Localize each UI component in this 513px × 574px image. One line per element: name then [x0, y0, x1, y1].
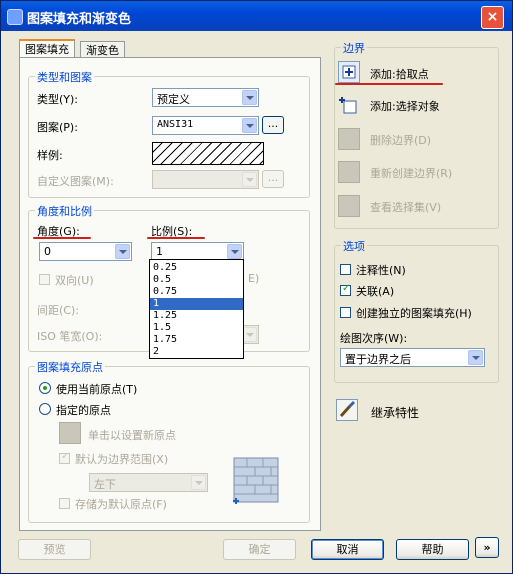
separate-hatches-checkbox[interactable] — [340, 307, 351, 318]
paperspace-label: E) — [248, 272, 260, 285]
select-objects-label[interactable]: 添加:选择对象 — [370, 98, 440, 114]
associative-checkbox[interactable]: ✓ — [340, 283, 351, 296]
annotative-checkbox[interactable] — [340, 264, 351, 275]
angle-value: 0 — [44, 245, 51, 258]
recreate-boundary-label[interactable]: 重新创建边界(R) — [370, 165, 452, 181]
title-bar[interactable]: 图案填充和渐变色 × — [1, 1, 512, 31]
checkmark-icon: ✓ — [61, 451, 70, 462]
click-set-origin-icon[interactable] — [59, 422, 81, 444]
scale-dropdown-list[interactable]: 0.25 0.5 0.75 1 1.25 1.5 1.75 2 — [149, 259, 244, 359]
sample-swatch[interactable] — [152, 142, 264, 165]
chevron-down-icon — [115, 244, 130, 259]
boundary-title: 边界 — [341, 40, 367, 56]
iso-penwidth-label: ISO 笔宽(O): — [37, 330, 103, 343]
use-current-origin-label: 使用当前原点(T) — [56, 383, 138, 396]
remove-boundary-icon[interactable] — [338, 128, 360, 150]
radio-dot — [43, 386, 47, 390]
click-set-origin-label: 单击以设置新原点 — [88, 429, 176, 442]
store-default-checkbox[interactable] — [59, 498, 70, 509]
chevron-down-icon — [468, 350, 483, 365]
scale-option[interactable]: 2 — [150, 346, 243, 358]
scale-option[interactable]: 1.25 — [150, 310, 243, 322]
type-combo[interactable]: 预定义 — [152, 88, 259, 107]
annotative-label: 注释性(N) — [356, 264, 406, 277]
view-selections-label[interactable]: 查看选择集(V) — [370, 199, 441, 215]
chevron-down-icon — [242, 327, 257, 342]
scale-option[interactable]: 0.75 — [150, 286, 243, 298]
remove-boundary-label[interactable]: 删除边界(D) — [370, 132, 431, 148]
view-selections-icon[interactable] — [338, 195, 360, 217]
pattern-label: 图案(P): — [37, 121, 78, 134]
scale-value: 1 — [156, 245, 163, 258]
type-pattern-group: 类型和图案 类型(Y): 预定义 图案(P): ANSI31 ... 样例: 自… — [28, 69, 310, 198]
angle-scale-title: 角度和比例 — [35, 203, 94, 219]
chevron-down-icon — [242, 90, 257, 105]
cancel-button[interactable]: 取消 — [311, 539, 384, 560]
preview-button[interactable]: 预览 — [18, 539, 91, 560]
annotation-underline — [147, 237, 205, 239]
brick-origin-preview-icon — [233, 457, 279, 504]
specified-origin-radio[interactable] — [39, 403, 51, 415]
origin-title: 图案填充原点 — [35, 359, 105, 375]
custom-pattern-combo[interactable] — [152, 170, 259, 189]
use-current-origin-radio[interactable] — [39, 382, 51, 394]
chevron-down-icon — [227, 244, 242, 259]
brush-icon — [339, 400, 356, 418]
pick-point-icon[interactable] — [338, 61, 360, 83]
default-extents-checkbox[interactable]: ✓ — [59, 451, 70, 464]
ok-button[interactable]: 确定 — [223, 539, 296, 560]
scale-option-selected[interactable]: 1 — [150, 298, 243, 310]
type-label: 类型(Y): — [37, 93, 79, 106]
options-group: 选项 注释性(N) ✓ 关联(A) 创建独立的图案填充(H) 绘图次序(W): … — [334, 238, 499, 383]
inherit-properties-label[interactable]: 继承特性 — [371, 404, 419, 421]
more-options-button[interactable]: » — [475, 537, 499, 558]
select-objects-icon[interactable] — [338, 95, 360, 117]
store-default-label: 存储为默认原点(F) — [75, 498, 167, 511]
annotation-underline — [335, 83, 443, 85]
scale-option[interactable]: 0.5 — [150, 274, 243, 286]
origin-group: 图案填充原点 使用当前原点(T) 指定的原点 单击以设置新原点 ✓ 默认为边界范… — [28, 359, 310, 523]
sample-label: 样例: — [37, 149, 63, 162]
scale-option[interactable]: 1.5 — [150, 322, 243, 334]
scale-option[interactable]: 1.75 — [150, 334, 243, 346]
origin-position-value: 左下 — [94, 478, 116, 491]
inherit-properties-icon[interactable] — [336, 399, 358, 421]
app-icon — [7, 9, 23, 25]
double-checkbox[interactable] — [39, 274, 50, 285]
spacing-label: 间距(C): — [37, 304, 79, 317]
origin-position-combo[interactable]: 左下 — [89, 473, 208, 492]
options-title: 选项 — [341, 238, 367, 254]
help-button[interactable]: 帮助 — [396, 539, 469, 560]
associative-label: 关联(A) — [356, 285, 395, 298]
recreate-boundary-icon[interactable] — [338, 161, 360, 183]
default-extents-label: 默认为边界范围(X) — [75, 453, 169, 466]
hatch-dialog: 图案填充和渐变色 × 图案填充 渐变色 类型和图案 类型(Y): 预定义 图案(… — [0, 0, 513, 574]
pattern-value: ANSI31 — [157, 119, 194, 130]
chevron-down-icon — [242, 118, 257, 133]
draw-order-value: 置于边界之后 — [345, 353, 411, 366]
chevron-down-icon — [191, 475, 206, 490]
draw-order-combo[interactable]: 置于边界之后 — [340, 348, 485, 367]
draw-order-label: 绘图次序(W): — [340, 332, 408, 345]
pattern-combo[interactable]: ANSI31 — [152, 116, 259, 135]
close-button[interactable]: × — [481, 6, 504, 29]
angle-combo[interactable]: 0 — [39, 242, 132, 261]
chevron-down-icon — [242, 172, 257, 187]
custom-browse-button[interactable]: ... — [262, 170, 284, 188]
boundary-group: 边界 添加:拾取点 添加:选择对象 删除边界(D) 重新创建边界(R) 查看选择… — [334, 40, 499, 229]
double-label: 双向(U) — [55, 274, 94, 287]
type-value: 预定义 — [157, 93, 190, 106]
separate-hatches-label: 创建独立的图案填充(H) — [356, 307, 472, 320]
pick-point-label[interactable]: 添加:拾取点 — [370, 66, 429, 82]
scale-option[interactable]: 0.25 — [150, 262, 243, 274]
plus-icon — [342, 65, 356, 79]
custom-pattern-label: 自定义图案(M): — [37, 175, 114, 188]
pattern-browse-button[interactable]: ... — [262, 116, 284, 134]
dialog-title: 图案填充和渐变色 — [27, 12, 132, 27]
specified-origin-label: 指定的原点 — [56, 404, 111, 417]
checkmark-icon: ✓ — [342, 283, 351, 294]
annotation-underline — [33, 237, 91, 239]
select-plus-icon — [339, 97, 357, 114]
type-pattern-title: 类型和图案 — [35, 69, 94, 85]
